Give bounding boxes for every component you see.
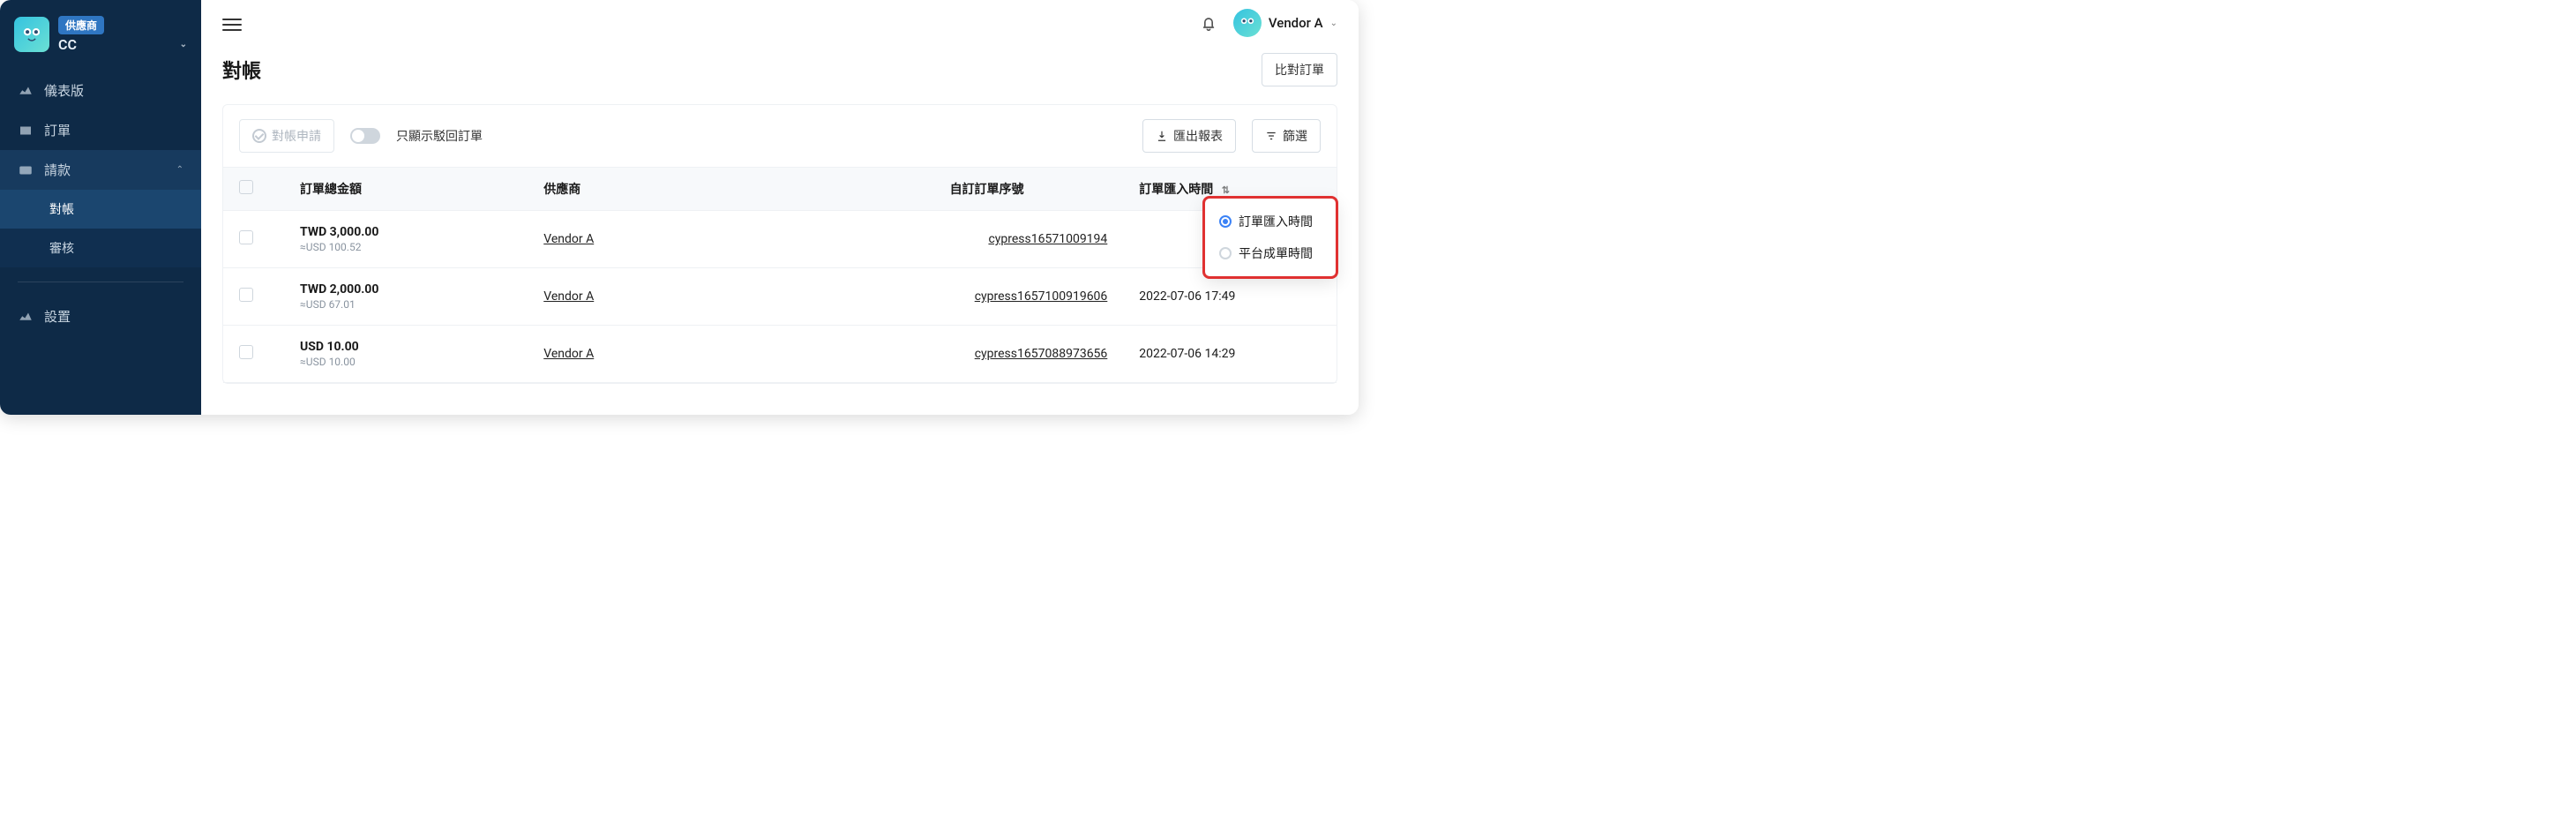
radio-unselected-icon bbox=[1219, 247, 1232, 259]
sidebar-item-settings[interactable]: 設置 bbox=[0, 297, 201, 336]
panel-toolbar: 對帳申請 只顯示駁回訂單 匯出報表 篩選 bbox=[223, 105, 1337, 167]
column-label: 訂單匯入時間 bbox=[1139, 183, 1213, 197]
option-label: 平台成單時間 bbox=[1239, 244, 1313, 262]
button-label: 篩選 bbox=[1283, 127, 1307, 145]
orders-table: 訂單總金額 供應商 自訂訂單序號 訂單匯入時間 ⇅ bbox=[223, 167, 1337, 383]
rejected-only-toggle[interactable] bbox=[350, 128, 380, 144]
sidebar-item-label: 訂單 bbox=[44, 121, 71, 139]
page-title: 對帳 bbox=[222, 56, 261, 84]
sidebar-nav: 儀表版 訂單 請款 ⌃ 對帳 審核 設置 bbox=[0, 62, 201, 336]
row-amount: TWD 3,000.00 bbox=[300, 225, 512, 239]
column-import-time[interactable]: 訂單匯入時間 ⇅ 訂單匯入時間 bbox=[1123, 168, 1337, 211]
check-circle-icon bbox=[252, 129, 266, 143]
table-header-row: 訂單總金額 供應商 自訂訂單序號 訂單匯入時間 ⇅ bbox=[223, 168, 1337, 211]
row-checkbox[interactable] bbox=[239, 230, 253, 244]
row-checkbox[interactable] bbox=[239, 345, 253, 359]
row-amount-sub: ≈USD 67.01 bbox=[300, 298, 512, 311]
column-custom-seq[interactable]: 自訂訂單序號 bbox=[934, 168, 1124, 211]
sidebar-item-label: 設置 bbox=[44, 307, 71, 326]
download-icon bbox=[1156, 130, 1168, 142]
bell-icon[interactable] bbox=[1200, 14, 1217, 32]
row-vendor-link[interactable]: Vendor A bbox=[543, 347, 594, 361]
sidebar: 供應商 CC ⌄ 儀表版 訂單 請款 ⌃ 對帳 bbox=[0, 0, 201, 415]
row-seq-link[interactable]: cypress1657088973656 bbox=[975, 347, 1108, 361]
row-seq-link[interactable]: cypress1657100919606 bbox=[975, 289, 1108, 304]
popover-option-platform-time[interactable]: 平台成單時間 bbox=[1209, 237, 1332, 269]
sidebar-item-orders[interactable]: 訂單 bbox=[0, 110, 201, 150]
sidebar-item-label: 儀表版 bbox=[44, 81, 84, 100]
radio-selected-icon bbox=[1219, 215, 1232, 228]
filter-icon bbox=[1265, 130, 1277, 142]
owl-icon bbox=[1238, 13, 1257, 33]
table-row: TWD 3,000.00 ≈USD 100.52 Vendor A cypres… bbox=[223, 211, 1337, 268]
column-checkbox bbox=[223, 168, 284, 211]
card-icon bbox=[18, 162, 34, 178]
reconcile-request-button[interactable]: 對帳申請 bbox=[239, 119, 334, 153]
row-amount-sub: ≈USD 10.00 bbox=[300, 356, 512, 368]
row-amount: TWD 2,000.00 bbox=[300, 282, 512, 297]
rejected-only-label: 只顯示駁回訂單 bbox=[396, 127, 483, 145]
filter-button[interactable]: 篩選 bbox=[1252, 119, 1321, 153]
topbar: Vendor A ⌄ bbox=[201, 0, 1359, 46]
brand-text: 供應商 CC ⌄ bbox=[58, 16, 187, 53]
sort-icon: ⇅ bbox=[1222, 184, 1230, 196]
brand-block: 供應商 CC ⌄ bbox=[0, 0, 201, 62]
main-area: Vendor A ⌄ 對帳 比對訂單 對帳申請 只顯示駁回訂單 匯出報表 bbox=[201, 0, 1359, 415]
sidebar-item-label: 請款 bbox=[44, 161, 71, 179]
compare-orders-button[interactable]: 比對訂單 bbox=[1262, 53, 1337, 86]
page-header: 對帳 比對訂單 bbox=[201, 46, 1359, 104]
select-all-checkbox[interactable] bbox=[239, 180, 253, 194]
row-vendor-link[interactable]: Vendor A bbox=[543, 232, 594, 246]
org-code: CC bbox=[58, 36, 77, 53]
hamburger-menu[interactable] bbox=[222, 15, 242, 31]
table-row: USD 10.00 ≈USD 10.00 Vendor A cypress165… bbox=[223, 326, 1337, 383]
sidebar-sub-review[interactable]: 審核 bbox=[0, 229, 201, 267]
sidebar-item-dashboard[interactable]: 儀表版 bbox=[0, 71, 201, 110]
user-menu[interactable]: Vendor A ⌄ bbox=[1233, 9, 1337, 37]
app-root: 供應商 CC ⌄ 儀表版 訂單 請款 ⌃ 對帳 bbox=[0, 0, 1359, 415]
owl-icon bbox=[19, 22, 44, 47]
chevron-down-icon: ⌄ bbox=[180, 40, 187, 49]
panel: 對帳申請 只顯示駁回訂單 匯出報表 篩選 訂單總金額 bbox=[222, 104, 1337, 384]
sidebar-item-billing[interactable]: 請款 ⌃ bbox=[0, 150, 201, 190]
row-vendor-link[interactable]: Vendor A bbox=[543, 289, 594, 304]
column-vendor[interactable]: 供應商 bbox=[528, 168, 933, 211]
sidebar-submenu-billing: 對帳 審核 bbox=[0, 190, 201, 267]
row-checkbox[interactable] bbox=[239, 288, 253, 302]
column-amount[interactable]: 訂單總金額 bbox=[284, 168, 528, 211]
row-amount: USD 10.00 bbox=[300, 340, 512, 354]
topbar-right: Vendor A ⌄ bbox=[1200, 9, 1337, 37]
avatar bbox=[1233, 9, 1262, 37]
button-label: 匯出報表 bbox=[1173, 127, 1223, 145]
export-report-button[interactable]: 匯出報表 bbox=[1142, 119, 1236, 153]
chevron-down-icon: ⌄ bbox=[1330, 19, 1337, 28]
option-label: 訂單匯入時間 bbox=[1239, 213, 1313, 230]
chart-icon bbox=[18, 83, 34, 99]
org-switcher[interactable]: CC ⌄ bbox=[58, 36, 187, 53]
row-seq-link[interactable]: cypress16571009194 bbox=[988, 232, 1107, 246]
sidebar-sub-reconcile[interactable]: 對帳 bbox=[0, 190, 201, 229]
user-name: Vendor A bbox=[1269, 15, 1323, 31]
gear-icon bbox=[18, 309, 34, 325]
popover-option-import-time[interactable]: 訂單匯入時間 bbox=[1209, 206, 1332, 237]
time-column-popover: 訂單匯入時間 平台成單時間 bbox=[1204, 198, 1337, 277]
table-body: TWD 3,000.00 ≈USD 100.52 Vendor A cypres… bbox=[223, 211, 1337, 383]
row-amount-sub: ≈USD 100.52 bbox=[300, 241, 512, 253]
vendor-badge: 供應商 bbox=[58, 16, 104, 34]
row-time: 2022-07-06 14:29 bbox=[1123, 326, 1337, 383]
button-label: 對帳申請 bbox=[272, 127, 321, 145]
table-row: TWD 2,000.00 ≈USD 67.01 Vendor A cypress… bbox=[223, 268, 1337, 326]
chevron-up-icon: ⌃ bbox=[176, 165, 183, 175]
brand-logo bbox=[14, 17, 49, 52]
box-icon bbox=[18, 123, 34, 139]
